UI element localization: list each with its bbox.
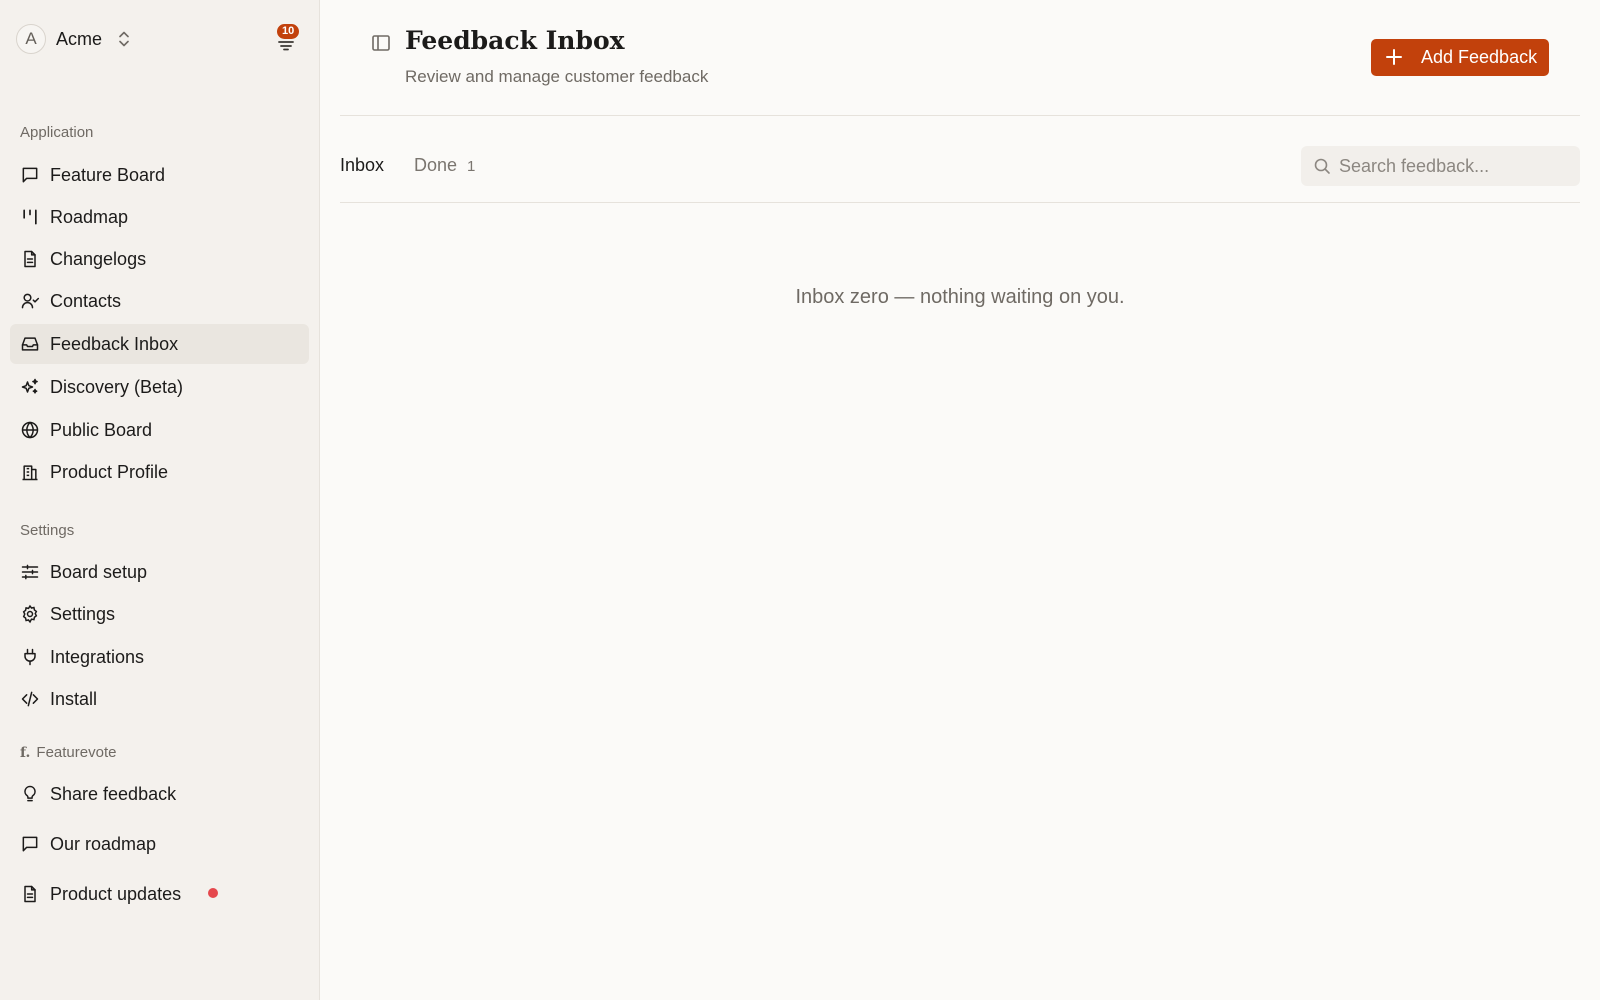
- plug-icon: [20, 647, 40, 667]
- lightbulb-icon: [20, 784, 40, 804]
- tabs-divider: [340, 202, 1580, 203]
- inbox-icon: [20, 334, 40, 354]
- sidebar-item-label: Board setup: [50, 561, 148, 582]
- message-square-icon: [20, 165, 40, 185]
- sliders-icon: [20, 562, 40, 582]
- sidebar-item-public-board[interactable]: Public Board: [10, 410, 309, 450]
- page-subtitle: Review and manage customer feedback: [405, 67, 709, 86]
- tab-done-count: 1: [467, 158, 476, 175]
- sidebar-item-label: Product Profile: [50, 461, 169, 482]
- sidebar-item-settings[interactable]: Settings: [10, 594, 309, 634]
- sidebar-item-product-profile[interactable]: Product Profile: [10, 452, 309, 492]
- workspace-name: Acme: [56, 28, 103, 49]
- sidebar-item-board-setup[interactable]: Board setup: [10, 552, 309, 592]
- sidebar-item-label: Discovery (Beta): [50, 376, 184, 397]
- building-icon: [20, 462, 40, 482]
- message-square-icon: [20, 834, 40, 854]
- tab-inbox[interactable]: Inbox: [340, 155, 384, 176]
- file-text-icon: [20, 884, 40, 904]
- add-feedback-button[interactable]: Add Feedback: [1371, 39, 1549, 76]
- plus-icon: [1386, 49, 1402, 65]
- sidebar-item-contacts[interactable]: Contacts: [10, 281, 309, 321]
- sparkles-icon: [20, 377, 40, 397]
- sidebar-item-label: Product updates: [50, 883, 182, 904]
- header-divider: [340, 115, 1580, 116]
- unread-indicator-dot: [208, 888, 218, 898]
- sidebar-item-label: Settings: [50, 603, 116, 624]
- sidebar-item-feedback-inbox[interactable]: Feedback Inbox: [10, 324, 309, 364]
- sidebar-item-label: Feature Board: [50, 164, 166, 185]
- notification-count-badge: 10: [277, 24, 300, 39]
- sidebar-item-label: Roadmap: [50, 206, 129, 227]
- chevron-up-down-icon: [119, 31, 129, 47]
- sidebar-item-roadmap[interactable]: Roadmap: [10, 197, 309, 237]
- page-title: Feedback Inbox: [405, 26, 625, 55]
- main-content: Feedback Inbox Review and manage custome…: [320, 0, 1600, 1000]
- file-text-icon: [20, 249, 40, 269]
- sidebar-item-label: Changelogs: [50, 248, 147, 269]
- sidebar-item-our-roadmap[interactable]: Our roadmap: [10, 824, 309, 864]
- sidebar-item-discovery[interactable]: Discovery (Beta): [10, 367, 309, 407]
- user-check-icon: [20, 291, 40, 311]
- search-box: [1301, 146, 1580, 186]
- search-icon: [1314, 158, 1330, 174]
- sidebar-item-label: Public Board: [50, 419, 153, 440]
- tab-done[interactable]: Done 1: [414, 155, 475, 176]
- workspace-avatar: A: [16, 24, 46, 54]
- add-feedback-label: Add Feedback: [1421, 47, 1538, 67]
- section-label-featurevote: f. Featurevote: [20, 744, 116, 761]
- section-label-application: Application: [20, 124, 94, 141]
- sidebar: A Acme 10 Application Feature Board Road…: [0, 0, 320, 1000]
- featurevote-label: Featurevote: [36, 744, 117, 761]
- sidebar-item-label: Feedback Inbox: [50, 333, 179, 354]
- search-input[interactable]: [1339, 146, 1569, 186]
- sidebar-item-label: Integrations: [50, 646, 145, 667]
- sidebar-item-product-updates[interactable]: Product updates: [10, 874, 309, 914]
- workspace-switcher[interactable]: A Acme: [16, 24, 132, 54]
- sidebar-item-share-feedback[interactable]: Share feedback: [10, 774, 309, 814]
- sidebar-item-changelogs[interactable]: Changelogs: [10, 239, 309, 279]
- gear-icon: [20, 604, 40, 624]
- tab-done-label: Done: [414, 155, 458, 175]
- globe-icon: [20, 420, 40, 440]
- roadmap-icon: [20, 207, 40, 227]
- sidebar-item-label: Install: [50, 688, 98, 709]
- notifications-button[interactable]: 10: [274, 24, 300, 54]
- featurevote-logo: f.: [20, 744, 31, 761]
- section-label-settings: Settings: [20, 522, 75, 539]
- sidebar-item-install[interactable]: Install: [10, 679, 309, 719]
- sidebar-item-label: Contacts: [50, 290, 122, 311]
- sidebar-item-label: Share feedback: [50, 783, 177, 804]
- empty-state-message: Inbox zero — nothing waiting on you.: [795, 286, 1125, 308]
- sidebar-toggle-icon: [372, 35, 390, 51]
- sidebar-item-label: Our roadmap: [50, 833, 157, 854]
- sidebar-item-feature-board[interactable]: Feature Board: [10, 155, 309, 195]
- tab-inbox-label: Inbox: [340, 155, 385, 175]
- toggle-sidebar-button[interactable]: [370, 32, 392, 54]
- sidebar-item-integrations[interactable]: Integrations: [10, 637, 309, 677]
- code-icon: [20, 689, 40, 709]
